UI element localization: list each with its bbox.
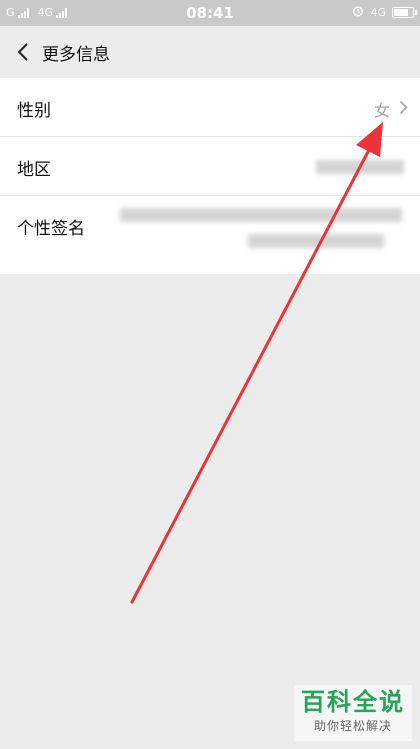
chevron-left-icon [17,43,28,61]
watermark-title: 百科全说 [301,688,405,716]
gender-value: 女 [373,101,390,120]
network-type-right: 4G [370,6,386,19]
row-signature[interactable]: 个性签名 [0,196,420,274]
row-label: 地区 [17,160,51,180]
watermark: 百科全说 助你轻松解决 [294,685,412,741]
row-region[interactable]: 地区 [0,137,420,196]
status-bar: G 4G 08:41 4G [0,0,420,26]
title-bar: 更多信息 [0,26,420,78]
page-title: 更多信息 [42,45,110,65]
battery-icon [392,7,417,18]
row-label: 性别 [17,101,51,121]
signature-value-blurred [120,208,402,222]
status-right: 4G [352,5,417,20]
watermark-subtitle: 助你轻松解决 [313,719,392,733]
chevron-right-icon [399,100,408,115]
row-label: 个性签名 [17,219,85,239]
info-list: 性别 女 地区 个性签名 [0,78,420,274]
alarm-icon [352,5,364,20]
back-button[interactable] [8,36,38,68]
row-gender[interactable]: 性别 女 [0,78,420,137]
signature-value-blurred-2 [248,234,384,248]
region-value-blurred [316,160,404,174]
